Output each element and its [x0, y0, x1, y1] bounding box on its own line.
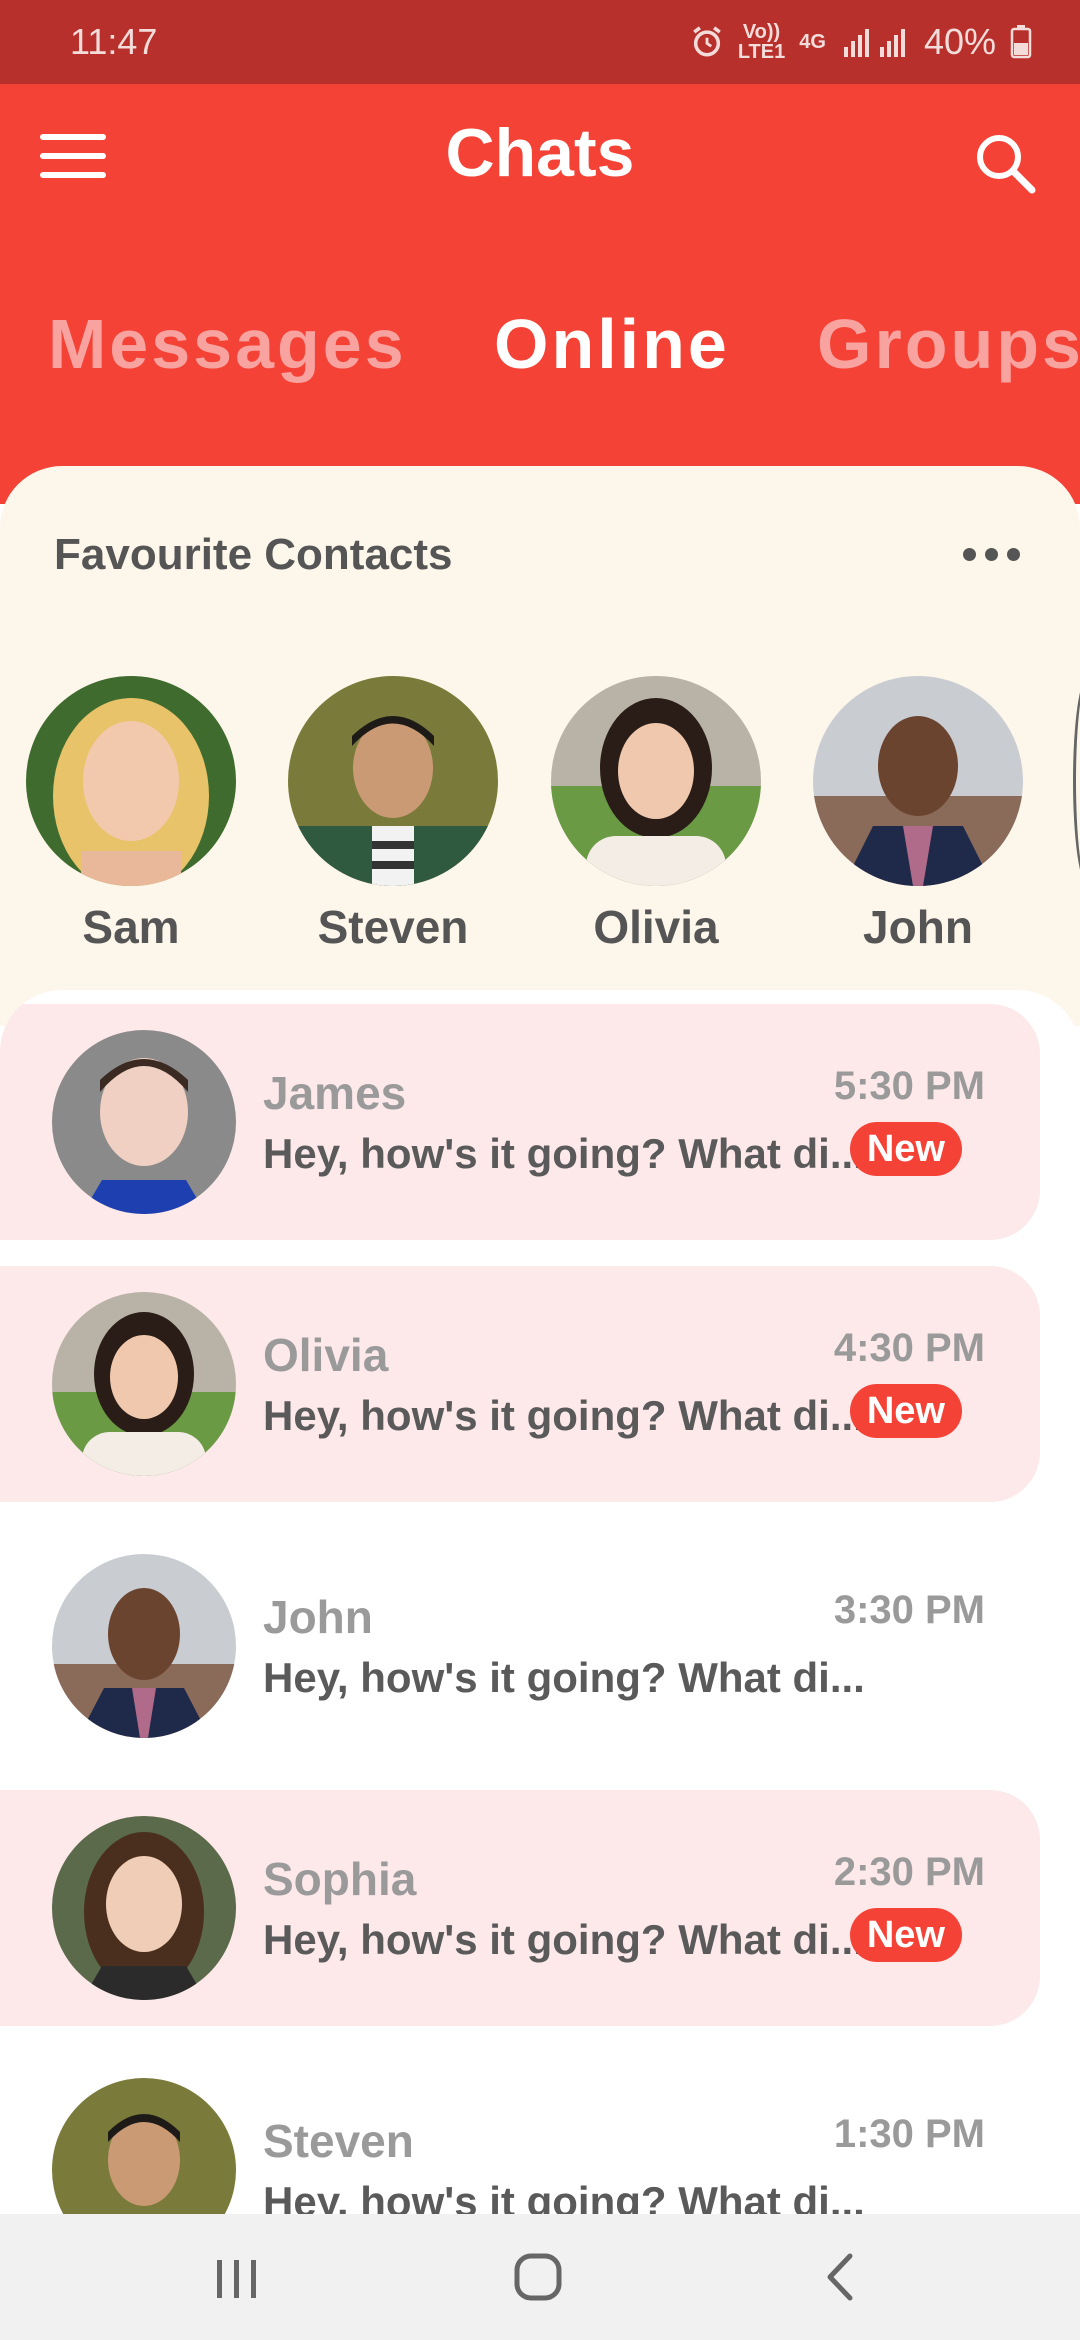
favourite-contact[interactable]: Olivia	[551, 676, 761, 954]
battery-icon	[1010, 25, 1032, 59]
home-button[interactable]	[498, 2240, 578, 2314]
back-button[interactable]	[800, 2240, 880, 2314]
chat-list: James Hey, how's it going? What di... 5:…	[0, 990, 1080, 2214]
avatar	[52, 1554, 236, 1738]
chat-row[interactable]: Olivia Hey, how's it going? What di... 4…	[0, 1266, 1040, 1502]
recents-button[interactable]	[196, 2240, 276, 2314]
chat-row[interactable]: John Hey, how's it going? What di... 3:3…	[0, 1528, 1040, 1764]
page-title: Chats	[445, 115, 635, 191]
contact-name: Sam	[82, 901, 180, 953]
chat-contact-name: Steven	[263, 2115, 414, 2167]
chat-row[interactable]: James Hey, how's it going? What di... 5:…	[0, 1004, 1040, 1240]
status-bar: 11:47 Vo)) LTE1 4G 40%	[0, 0, 1080, 84]
avatar	[52, 1816, 236, 2000]
status-icons: Vo)) LTE1 4G 40%	[690, 21, 1032, 63]
chat-timestamp: 3:30 PM	[833, 1588, 985, 1632]
back-icon	[827, 2253, 853, 2301]
avatar	[288, 676, 498, 886]
chat-contact-name: John	[263, 1591, 373, 1643]
chat-row[interactable]: Sophia Hey, how's it going? What di... 2…	[0, 1790, 1040, 2026]
chat-message-preview: Hey, how's it going? What di...	[263, 1654, 865, 1701]
signal-icon	[843, 29, 905, 57]
app-header: Chats Messages Online Groups	[0, 84, 1080, 504]
avatar	[813, 676, 1023, 886]
chat-timestamp: 4:30 PM	[833, 1326, 985, 1370]
chat-timestamp: 5:30 PM	[833, 1064, 985, 1108]
avatar	[52, 1030, 236, 1214]
volte-indicator: Vo)) LTE1	[737, 21, 786, 63]
chat-timestamp: 1:30 PM	[833, 2112, 985, 2156]
tab-bar: Messages Online Groups	[0, 304, 1080, 444]
avatar	[52, 2078, 236, 2214]
avatar	[52, 1292, 236, 1476]
chat-contact-name: Sophia	[263, 1853, 417, 1905]
new-badge: New	[849, 1384, 962, 1438]
tab-online[interactable]: Online	[494, 304, 730, 384]
chat-message-preview: Hey, how's it going? What di...	[263, 1392, 865, 1439]
search-icon	[977, 135, 1036, 194]
status-time: 11:47	[70, 21, 158, 62]
chat-message-preview: Hey, how's it going? What di...	[263, 1130, 865, 1177]
home-icon	[514, 2253, 562, 2301]
favourite-contacts-panel: Favourite Contacts Sam Steven Olivia Joh…	[0, 466, 1080, 1026]
alarm-icon	[693, 26, 721, 57]
more-icon	[963, 548, 1020, 561]
more-options-button[interactable]	[963, 548, 1020, 561]
chat-contact-name: James	[263, 1067, 407, 1119]
favourite-contact-partial[interactable]	[1073, 676, 1080, 886]
contact-name: Steven	[317, 901, 469, 953]
contact-name: Olivia	[593, 901, 719, 953]
chat-message-preview: Hey, how's it going? What di...	[263, 1916, 865, 1963]
avatar	[551, 676, 761, 886]
battery-percent: 40%	[923, 21, 996, 62]
chat-timestamp: 2:30 PM	[833, 1850, 985, 1894]
favourite-contact[interactable]: John	[813, 676, 1023, 954]
chat-message-preview: Hey, how's it going? What di...	[263, 2178, 865, 2214]
avatar	[26, 676, 236, 886]
contact-name: John	[863, 901, 973, 953]
system-navigation-bar	[0, 2214, 1080, 2340]
chat-row[interactable]: Steven Hey, how's it going? What di... 1…	[0, 2052, 1040, 2214]
favourite-contact[interactable]: Steven	[288, 676, 498, 954]
favourite-contact[interactable]: Sam	[26, 676, 236, 954]
favourite-contacts-title: Favourite Contacts	[54, 530, 453, 579]
tab-groups[interactable]: Groups	[817, 304, 1080, 384]
network-type: 4G	[799, 31, 826, 53]
search-button[interactable]	[966, 124, 1046, 204]
tab-messages[interactable]: Messages	[48, 304, 407, 384]
new-badge: New	[849, 1908, 962, 1962]
new-badge: New	[849, 1122, 962, 1176]
chat-contact-name: Olivia	[263, 1329, 389, 1381]
recents-icon	[217, 2260, 256, 2298]
